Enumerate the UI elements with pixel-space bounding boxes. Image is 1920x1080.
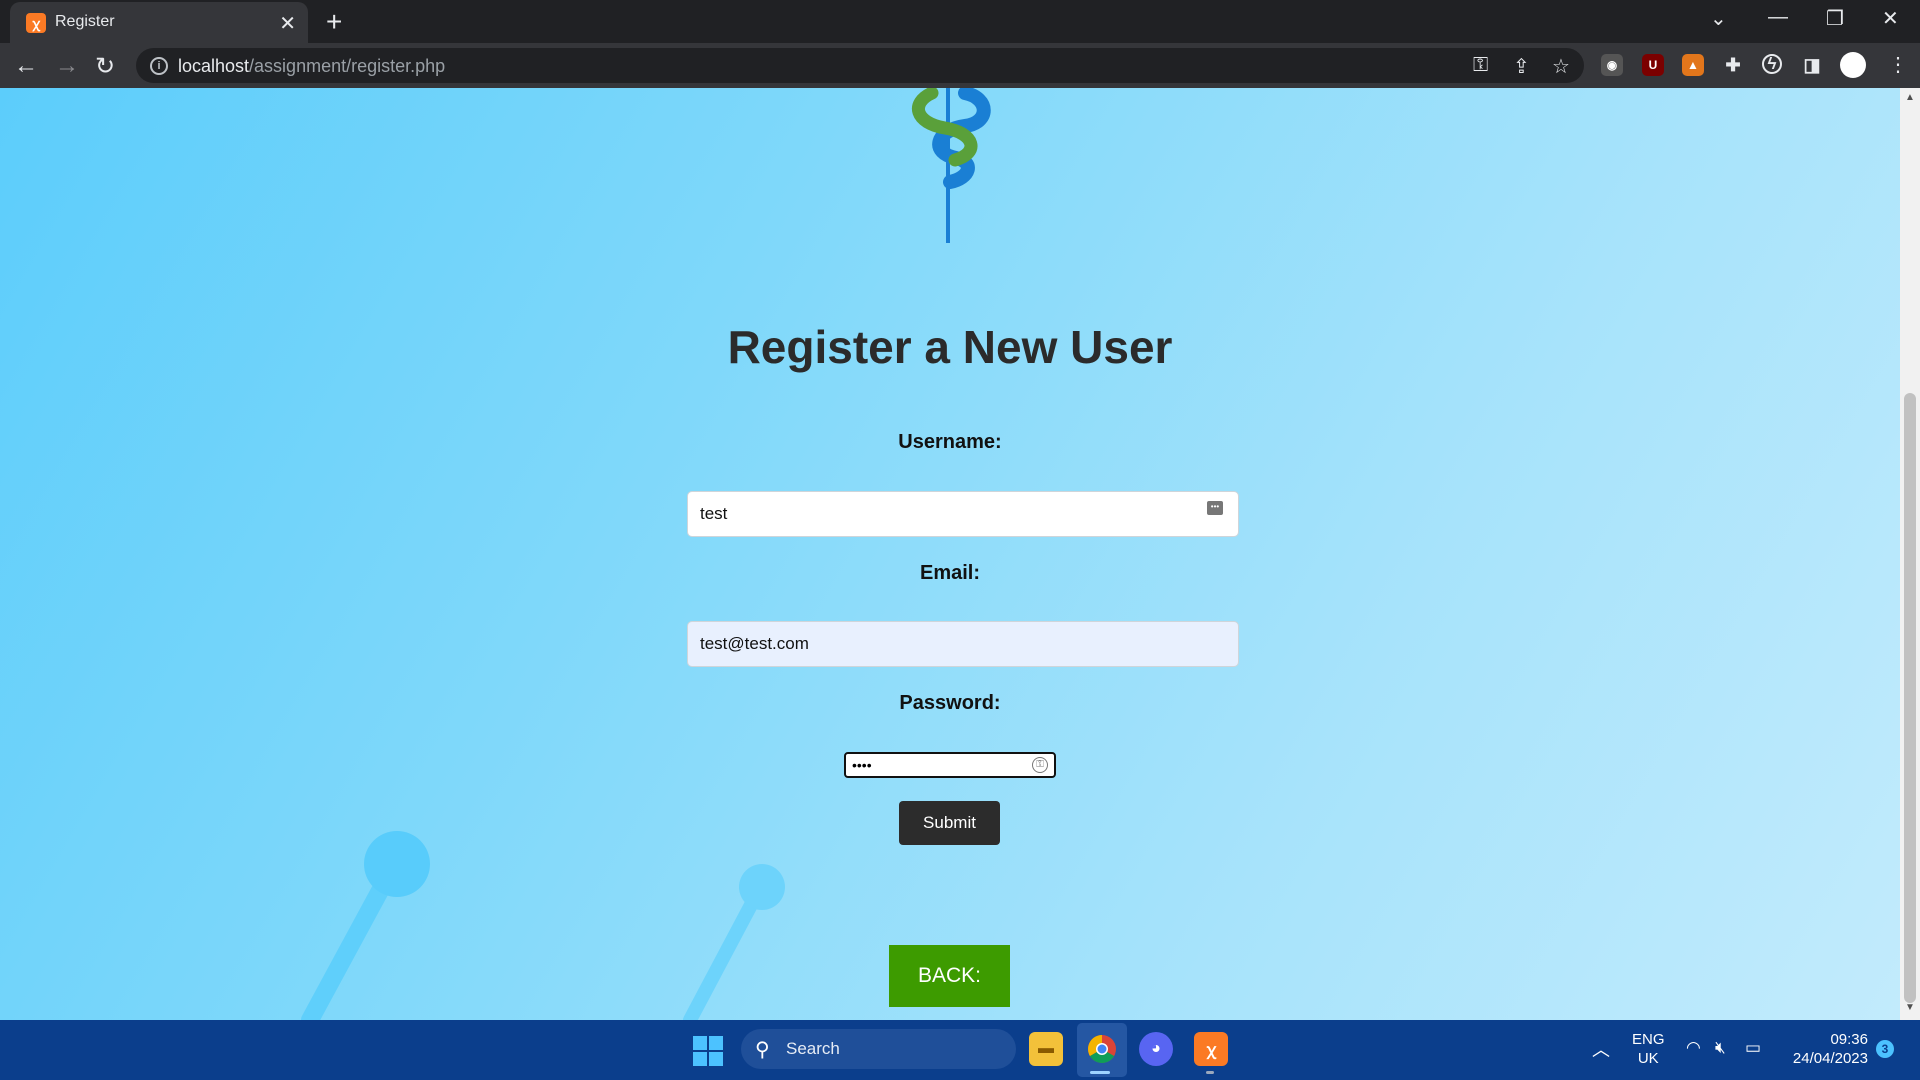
site-info-icon[interactable]: i (150, 57, 168, 75)
profile-avatar[interactable] (1840, 52, 1866, 78)
speaker-muted-icon[interactable]: 🔇︎ (1715, 1038, 1726, 1058)
extensions-puzzle-icon[interactable]: ✚ (1722, 54, 1744, 76)
page-scrollbar[interactable]: ▲ ▼ (1900, 88, 1920, 1020)
windows-start-icon[interactable] (693, 1036, 723, 1066)
wifi-icon[interactable]: ◠ (1686, 1038, 1701, 1058)
close-window-button[interactable]: ✕ (1882, 6, 1899, 31)
username-label: Username: (898, 431, 1002, 453)
windows-taskbar: ⚲ Search ▬ ◕ ꭓ ︿ ENG UK ◠ 🔇︎ ▭ 09:36 24/04… (0, 1020, 1920, 1080)
performance-icon[interactable]: ϟ (1762, 54, 1782, 74)
file-explorer-icon[interactable]: ▬ (1029, 1032, 1063, 1066)
bookmark-star-icon[interactable]: ☆ (1552, 54, 1570, 79)
back-arrow-icon[interactable]: ← (14, 52, 38, 80)
scroll-up-arrow-icon[interactable]: ▲ (1905, 92, 1915, 103)
metamask-icon[interactable]: ▲ (1682, 54, 1704, 76)
caduceus-logo (912, 88, 991, 243)
language-indicator[interactable]: ENG UK (1632, 1030, 1665, 1068)
show-hidden-icons-chevron-icon[interactable]: ︿ (1592, 1036, 1610, 1062)
password-label: Password: (899, 692, 1001, 714)
taskbar-search-label: Search (786, 1039, 840, 1058)
tab-title: Register (55, 13, 115, 30)
scroll-down-arrow-icon[interactable]: ▼ (1905, 1002, 1915, 1013)
extension-spy-icon[interactable]: ◉ (1601, 54, 1623, 76)
key-icon[interactable]: ⚿ (1473, 54, 1488, 77)
xampp-icon: ꭓ (26, 13, 46, 33)
restore-button[interactable]: ❐ (1826, 6, 1844, 31)
password-field[interactable] (844, 752, 1056, 778)
xampp-running-indicator (1206, 1071, 1214, 1074)
email-field[interactable] (687, 621, 1239, 667)
chrome-icon[interactable] (1085, 1032, 1119, 1066)
discord-icon[interactable]: ◕ (1139, 1032, 1173, 1066)
username-field[interactable] (687, 491, 1239, 537)
more-menu-icon[interactable]: ⋮ (1888, 52, 1908, 77)
page-viewport: Register a New User Username: ••• Email:… (0, 88, 1900, 1020)
notification-badge[interactable]: 3 (1876, 1040, 1894, 1058)
browser-toolbar: ← → ↻ i localhost/assignment/register.ph… (0, 43, 1920, 88)
minimize-button[interactable]: — (1768, 6, 1788, 29)
url-text[interactable]: localhost/assignment/register.php (178, 56, 445, 77)
address-bar[interactable]: i localhost/assignment/register.php ⚿ ⇪ … (136, 48, 1584, 83)
taskbar-search-box[interactable]: ⚲ Search (741, 1029, 1016, 1069)
password-manager-icon[interactable]: ⚿ (1032, 757, 1048, 773)
chrome-running-indicator (1090, 1071, 1110, 1074)
share-icon[interactable]: ⇪ (1513, 54, 1530, 79)
scrollbar-thumb[interactable] (1904, 393, 1916, 1003)
battery-charging-icon[interactable]: ▭ (1745, 1038, 1761, 1058)
close-tab-icon[interactable]: ✕ (279, 11, 296, 36)
reload-icon[interactable]: ↻ (95, 52, 115, 81)
browser-tab-strip: ꭓ Register ✕ + ⌄ — ❐ ✕ (0, 0, 1920, 43)
forward-arrow-icon[interactable]: → (55, 52, 79, 80)
page-title: Register a New User (727, 321, 1173, 373)
tab-register[interactable]: ꭓ Register ✕ (10, 2, 308, 43)
autofill-key-icon[interactable]: ••• (1207, 501, 1223, 515)
new-tab-button[interactable]: + (326, 6, 342, 38)
back-button[interactable]: BACK: (889, 945, 1010, 1007)
side-panel-icon[interactable]: ◨ (1801, 54, 1823, 76)
submit-button[interactable]: Submit (899, 801, 1000, 845)
ublock-icon[interactable]: U (1642, 54, 1664, 76)
email-label: Email: (919, 562, 981, 584)
search-icon: ⚲ (755, 1039, 770, 1061)
tab-search-chevron-icon[interactable]: ⌄ (1710, 6, 1727, 31)
xampp-icon[interactable]: ꭓ (1194, 1032, 1228, 1066)
system-clock[interactable]: 09:36 24/04/2023 (1780, 1030, 1868, 1068)
